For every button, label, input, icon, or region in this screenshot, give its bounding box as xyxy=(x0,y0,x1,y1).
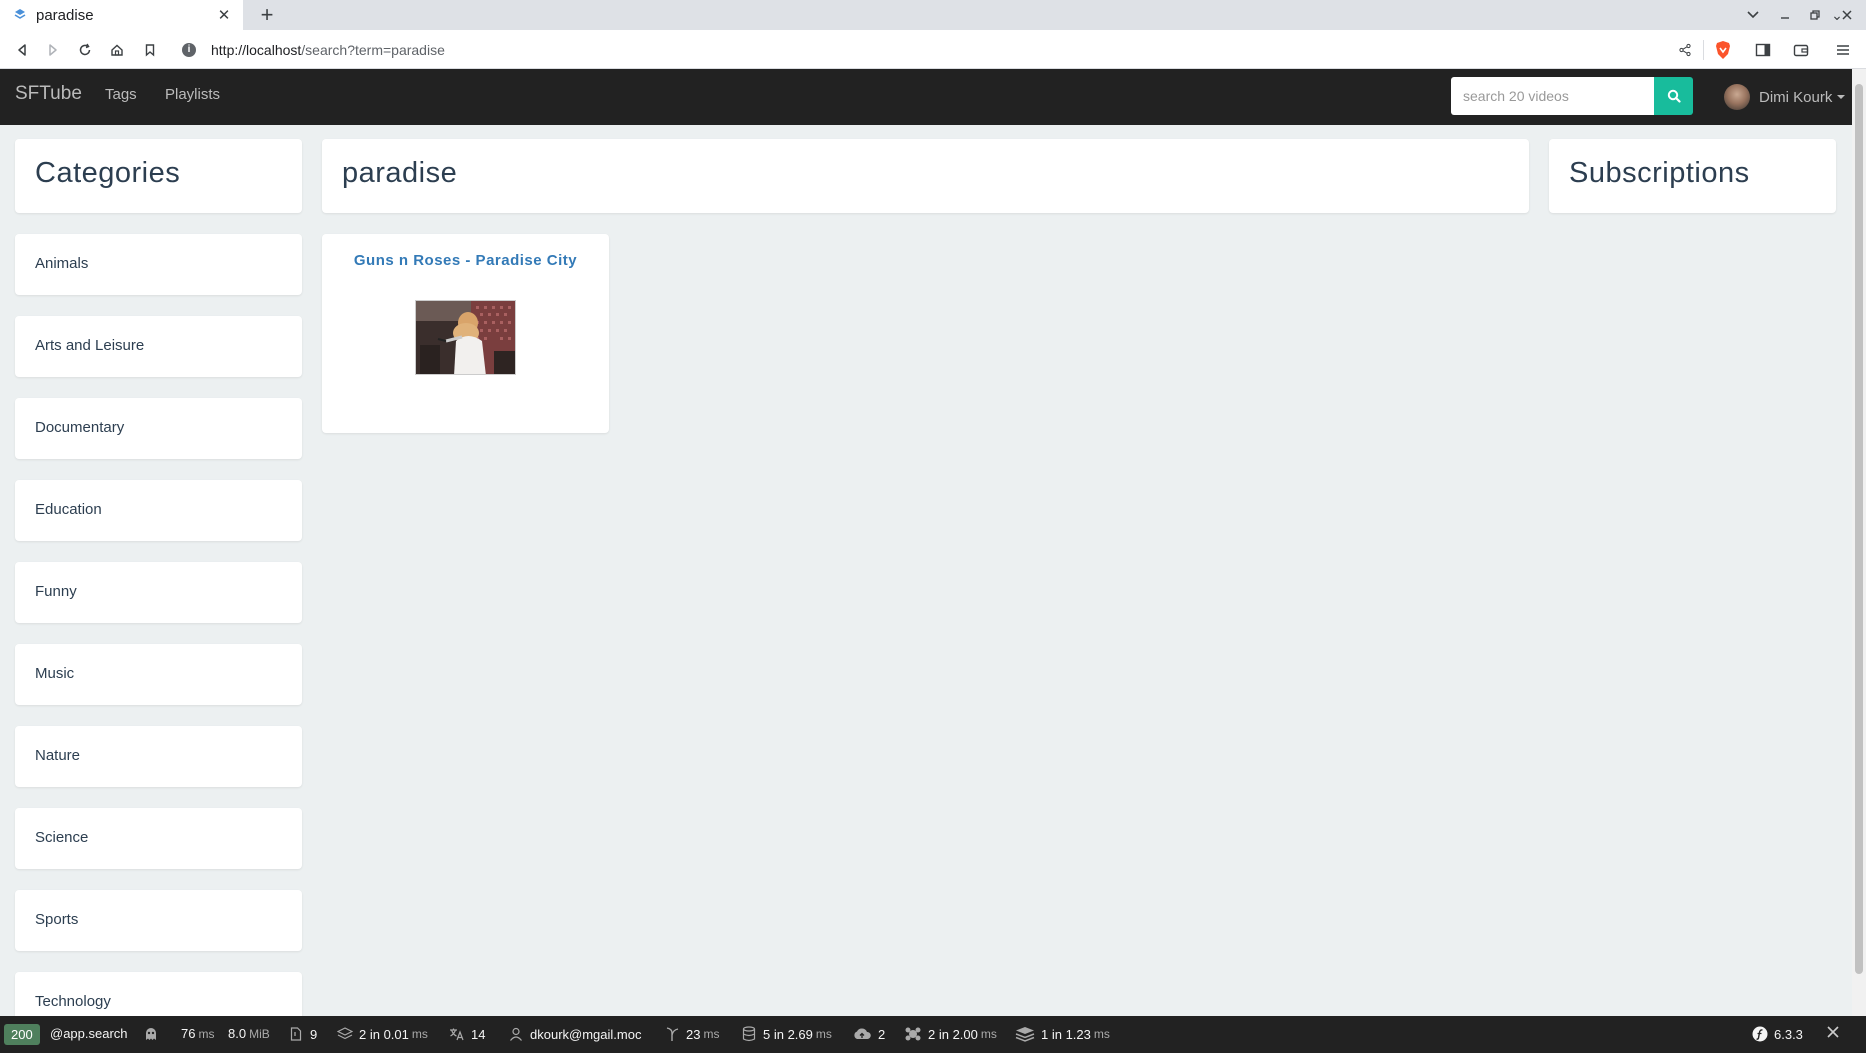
nav-link-tags[interactable]: Tags xyxy=(105,86,137,103)
tab-list-chevron-icon[interactable] xyxy=(1741,4,1765,26)
debug-ghost-icon[interactable] xyxy=(143,1026,159,1042)
category-label: Documentary xyxy=(35,419,125,436)
home-icon[interactable] xyxy=(106,39,128,61)
share-icon[interactable] xyxy=(1674,39,1696,61)
category-item-animals[interactable]: Animals xyxy=(15,234,302,295)
scrollbar-thumb[interactable] xyxy=(1855,84,1863,974)
minimize-icon[interactable] xyxy=(1773,4,1797,26)
symfony-debug-toolbar: 200 @app.search 76 ms 8.0 MiB 9 2 in 0.01 m… xyxy=(0,1016,1866,1053)
category-label: Education xyxy=(35,501,102,518)
timing-panel[interactable]: 76 ms xyxy=(181,1026,214,1041)
page-scrollbar[interactable] xyxy=(1852,69,1866,1016)
new-tab-button[interactable]: + xyxy=(256,2,278,27)
category-label: Sports xyxy=(35,911,79,928)
caret-down-icon xyxy=(1837,95,1846,99)
document-icon xyxy=(288,1026,304,1042)
category-label: Funny xyxy=(35,583,77,600)
forward-icon[interactable] xyxy=(42,39,64,61)
category-label: Arts and Leisure xyxy=(35,337,145,354)
category-item-nature[interactable]: Nature xyxy=(15,726,302,787)
subscriptions-panel: Subscriptions xyxy=(1549,139,1836,213)
search-results-header: paradise xyxy=(322,139,1529,213)
category-item-music[interactable]: Music xyxy=(15,644,302,705)
category-item-funny[interactable]: Funny xyxy=(15,562,302,623)
bookmark-icon[interactable] xyxy=(139,39,161,61)
brand-logo[interactable]: SFTube xyxy=(15,83,82,105)
categories-heading: Categories xyxy=(35,157,181,189)
back-icon[interactable] xyxy=(11,39,33,61)
categories-panel: Categories xyxy=(15,139,302,213)
stack-icon xyxy=(1015,1026,1035,1042)
user-menu[interactable]: Dimi Kourk xyxy=(1724,82,1846,112)
restore-icon[interactable] xyxy=(1803,4,1827,26)
url-text: http://localhost/search?term=paradise xyxy=(211,41,445,58)
page-title: paradise xyxy=(342,157,458,189)
brave-shields-icon[interactable] xyxy=(1712,39,1734,61)
browser-tab-bar: paradise ✕ + ⌄ xyxy=(0,0,1866,30)
site-favicon-icon xyxy=(14,9,26,19)
twig-panel[interactable]: 23 ms xyxy=(664,1026,719,1042)
messenger-panel[interactable]: 1 in 1.23 ms xyxy=(1015,1026,1110,1042)
search-button[interactable] xyxy=(1654,77,1693,115)
category-item-science[interactable]: Science xyxy=(15,808,302,869)
site-info-icon[interactable]: i xyxy=(182,42,196,57)
tab-title: paradise xyxy=(36,6,94,24)
close-window-icon[interactable] xyxy=(1835,4,1859,26)
search-icon xyxy=(1667,89,1681,103)
category-item-documentary[interactable]: Documentary xyxy=(15,398,302,459)
cache-layers-icon xyxy=(337,1026,353,1042)
route-name[interactable]: @app.search xyxy=(50,1026,128,1041)
video-thumbnail[interactable] xyxy=(415,300,516,375)
category-item-sports[interactable]: Sports xyxy=(15,890,302,951)
category-item-arts-and-leisure[interactable]: Arts and Leisure xyxy=(15,316,302,377)
category-item-education[interactable]: Education xyxy=(15,480,302,541)
search-input[interactable] xyxy=(1451,77,1654,115)
events-icon xyxy=(904,1026,922,1042)
user-icon xyxy=(508,1026,524,1042)
subscriptions-heading: Subscriptions xyxy=(1569,157,1750,189)
twig-icon xyxy=(664,1026,680,1042)
http-client-panel[interactable]: 2 xyxy=(852,1026,885,1042)
browser-toolbar: i http://localhost/search?term=paradise xyxy=(0,30,1866,69)
category-label: Animals xyxy=(35,255,89,272)
menu-icon[interactable] xyxy=(1832,39,1854,61)
events-panel[interactable]: 2 in 2.00 ms xyxy=(904,1026,997,1042)
cache-panel[interactable]: 2 in 0.01 ms xyxy=(337,1026,428,1042)
doctrine-panel[interactable]: 5 in 2.69 ms xyxy=(741,1026,832,1042)
sidebar-toggle-icon[interactable] xyxy=(1752,39,1774,61)
security-panel[interactable]: dkourk@mgail.moc xyxy=(508,1026,641,1042)
translation-icon xyxy=(449,1026,465,1042)
wallet-icon[interactable] xyxy=(1790,39,1812,61)
close-toolbar-icon[interactable] xyxy=(1826,1025,1840,1039)
tab-close-icon[interactable]: ✕ xyxy=(216,7,232,24)
symfony-logo-icon xyxy=(1752,1026,1768,1042)
reload-icon[interactable] xyxy=(74,39,96,61)
translation-panel[interactable]: 14 xyxy=(449,1026,485,1042)
category-label: Music xyxy=(35,665,75,682)
video-card[interactable]: Guns n Roses - Paradise City xyxy=(322,234,609,433)
category-label: Technology xyxy=(35,993,111,1010)
category-label: Nature xyxy=(35,747,81,764)
user-name: Dimi Kourk xyxy=(1759,88,1833,106)
database-icon xyxy=(741,1026,757,1042)
symfony-version[interactable]: 6.3.3 xyxy=(1752,1026,1803,1042)
category-label: Science xyxy=(35,829,89,846)
memory-panel[interactable]: 8.0 MiB xyxy=(228,1026,270,1041)
address-bar[interactable]: i http://localhost/search?term=paradise xyxy=(173,34,1725,65)
app-navbar: SFTube Tags Playlists Dimi Kourk xyxy=(0,69,1852,125)
logs-panel[interactable]: 9 xyxy=(288,1026,317,1042)
video-title-link[interactable]: Guns n Roses - Paradise City xyxy=(322,252,609,269)
nav-link-playlists[interactable]: Playlists xyxy=(165,86,220,103)
avatar xyxy=(1724,84,1750,110)
status-badge[interactable]: 200 xyxy=(4,1024,40,1045)
browser-tab[interactable]: paradise ✕ xyxy=(0,0,243,30)
cloud-upload-icon xyxy=(852,1026,872,1042)
